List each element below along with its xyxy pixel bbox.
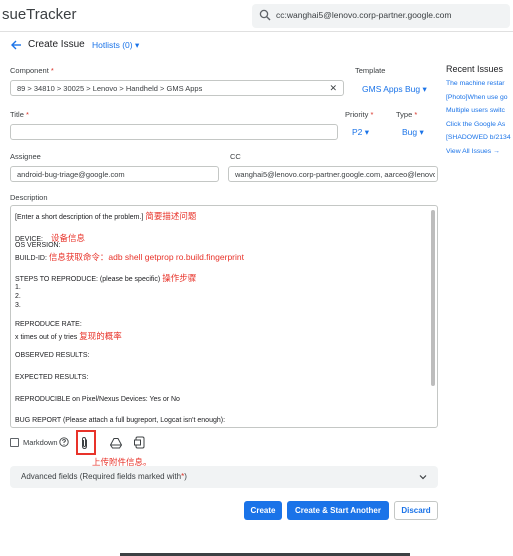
- chevron-down-icon: [419, 475, 427, 480]
- top-bar: sueTracker cc:wanghai5@lenovo.corp-partn…: [0, 0, 513, 32]
- recent-issue-link[interactable]: Click the Google As: [446, 121, 513, 135]
- title-input[interactable]: [10, 124, 338, 140]
- cc-label: CC: [230, 152, 241, 161]
- desc-text: STEPS TO REPRODUCE: (please be specific): [15, 276, 161, 283]
- advanced-fields-toggle[interactable]: Advanced fields (Required fields marked …: [10, 466, 438, 488]
- page-header: Create Issue Hotlists (0) ▾: [0, 36, 440, 54]
- recent-issue-link[interactable]: Multiple users switc: [446, 107, 513, 121]
- type-label: Type *: [396, 110, 417, 119]
- desc-text: BUILD-ID:: [15, 255, 47, 262]
- annotation: 简要描述问题: [145, 211, 197, 221]
- component-label: Component *: [10, 66, 54, 75]
- desc-line: x times out of y tries 复现的概率: [15, 330, 122, 342]
- search-icon: [259, 9, 271, 21]
- back-arrow-icon[interactable]: [10, 39, 22, 51]
- search-box[interactable]: cc:wanghai5@lenovo.corp-partner.google.c…: [252, 4, 510, 28]
- template-dropdown[interactable]: GMS Apps Bug ▾: [362, 84, 427, 95]
- component-label-text: Component: [10, 66, 49, 75]
- recent-issue-link[interactable]: [SHADOWED b/2134: [446, 134, 513, 148]
- description-textarea[interactable]: [Enter a short description of the proble…: [10, 205, 438, 428]
- desc-text: x times out of y tries: [15, 334, 78, 341]
- required-mark: *: [25, 110, 29, 119]
- desc-line: 2.: [15, 293, 21, 300]
- desc-line: STEPS TO REPRODUCE: (please be specific)…: [15, 272, 196, 284]
- drive-icon[interactable]: [110, 437, 122, 449]
- priority-label: Priority *: [345, 110, 373, 119]
- desc-line: REPRODUCE RATE:: [15, 321, 82, 328]
- search-query[interactable]: cc:wanghai5@lenovo.corp-partner.google.c…: [276, 10, 451, 20]
- required-mark: *: [370, 110, 374, 119]
- desc-line: 3.: [15, 302, 21, 309]
- desc-line: OBSERVED RESULTS:: [15, 352, 90, 359]
- desc-line: OS VERSION:: [15, 242, 61, 249]
- desc-line: [Enter a short description of the proble…: [15, 210, 196, 222]
- screenshot-icon[interactable]: [134, 436, 146, 449]
- annotation: 信息获取命令：adb shell getprop ro.build.finger…: [48, 252, 244, 262]
- template-label: Template: [355, 66, 386, 75]
- app-title: sueTracker: [2, 6, 77, 23]
- component-value: 89 > 34810 > 30025 > Lenovo > Handheld >…: [17, 84, 203, 93]
- advanced-fields-label: Advanced fields (Required fields marked …: [21, 472, 187, 481]
- assignee-field[interactable]: android-bug-triage@google.com: [10, 166, 219, 182]
- cc-value: wanghai5@lenovo.corp-partner.google.com,…: [235, 170, 435, 179]
- title-label: Title *: [10, 110, 29, 119]
- required-mark: *: [50, 66, 54, 75]
- priority-label-text: Priority: [345, 110, 369, 119]
- create-button[interactable]: Create: [244, 501, 282, 520]
- view-all-issues-link[interactable]: View All Issues →: [446, 148, 513, 162]
- paperclip-icon[interactable]: [80, 436, 90, 450]
- description-label: Description: [10, 193, 48, 202]
- hotlists-dropdown[interactable]: Hotlists (0) ▾: [92, 40, 139, 51]
- required-mark: *: [414, 110, 418, 119]
- description-scrollbar[interactable]: [431, 210, 435, 386]
- type-dropdown[interactable]: Bug ▾: [402, 127, 424, 138]
- desc-line: EXPECTED RESULTS:: [15, 374, 89, 381]
- priority-dropdown[interactable]: P2 ▾: [352, 127, 369, 138]
- page-title: Create Issue: [28, 39, 85, 50]
- advanced-label-close: ): [184, 472, 187, 481]
- advanced-label-text: Advanced fields (Required fields marked …: [21, 472, 182, 481]
- markdown-checkbox[interactable]: [10, 438, 19, 447]
- recent-issue-link[interactable]: [Photo]When use go: [446, 94, 513, 108]
- clear-component-icon[interactable]: ✕: [329, 83, 337, 94]
- assignee-value: android-bug-triage@google.com: [17, 170, 125, 179]
- desc-line: BUILD-ID: 信息获取命令：adb shell getprop ro.bu…: [15, 251, 244, 263]
- desc-line: 1.: [15, 284, 21, 291]
- desc-line: BUG REPORT (Please attach a full bugrepo…: [15, 417, 226, 424]
- assignee-label: Assignee: [10, 152, 41, 161]
- cc-field[interactable]: wanghai5@lenovo.corp-partner.google.com,…: [228, 166, 438, 182]
- desc-text: [Enter a short description of the proble…: [15, 214, 144, 221]
- title-label-text: Title: [10, 110, 24, 119]
- recent-issue-link[interactable]: The machine restar: [446, 80, 513, 94]
- markdown-label: Markdown: [23, 438, 58, 447]
- desc-line: REPRODUCIBLE on Pixel/Nexus Devices: Yes…: [15, 396, 180, 403]
- help-icon[interactable]: [59, 437, 69, 447]
- type-label-text: Type: [396, 110, 413, 119]
- create-and-start-another-button[interactable]: Create & Start Another: [287, 501, 389, 520]
- recent-issues-title: Recent Issues: [446, 64, 504, 74]
- component-field[interactable]: 89 > 34810 > 30025 > Lenovo > Handheld >…: [10, 80, 344, 96]
- discard-button[interactable]: Discard: [394, 501, 438, 520]
- annotation: 操作步骤: [162, 273, 197, 283]
- annotation: 复现的概率: [79, 331, 122, 341]
- recent-issues-panel: Recent Issues The machine restar [Photo]…: [446, 64, 513, 161]
